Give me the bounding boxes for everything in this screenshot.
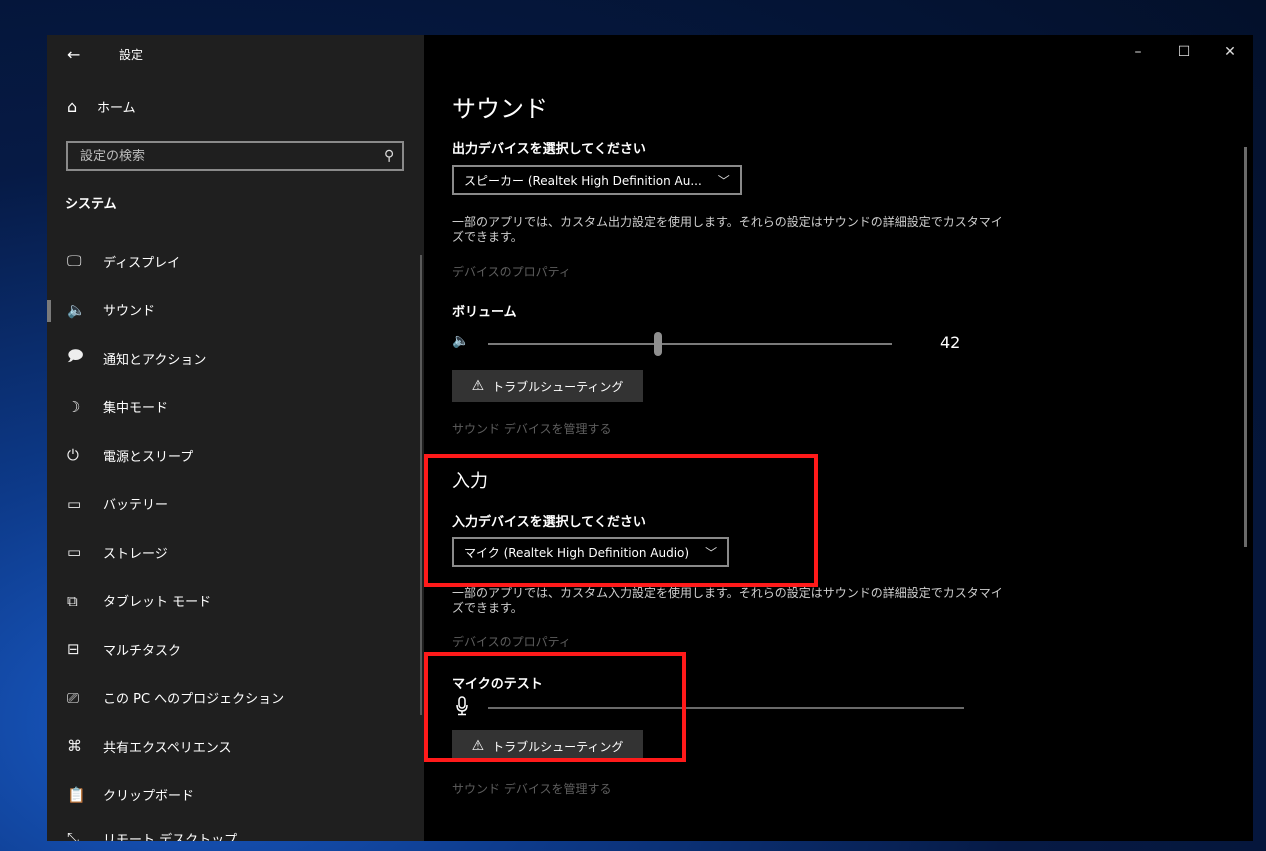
main-content: サウンド 出力デバイスを選択してください スピーカー (Realtek High… [424,35,1253,841]
sidebar-nav: 🖵 ディスプレイ 🔈 サウンド 🗩 通知とアクション ☽ 集中モード ⏻ 電源とスリープ ▭ バッテリ… [47,237,424,841]
titlebar: ← 設定 [67,43,143,65]
sidebar-item-label: 共有エクスペリエンス [103,740,232,756]
volume-label: ボリューム [452,305,517,320]
chevron-down-icon: ﹀ [717,173,730,188]
volume-slider-track[interactable] [488,332,892,356]
sidebar-item-label: この PC へのプロジェクション [103,692,285,708]
output-description: 一部のアプリでは、カスタム出力設定を使用します。それらの設定はサウンドの詳細設定… [452,215,1003,244]
input-device-properties-link[interactable]: デバイスのプロパティ [452,633,571,650]
page-title: サウンド [452,95,548,123]
input-troubleshoot-label: トラブルシューティング [492,739,624,754]
sidebar-item-shared-experience[interactable]: ⌘ 共有エクスペリエンス [47,722,424,771]
home-icon: ⌂ [67,97,78,116]
output-device-dropdown[interactable]: スピーカー (Realtek High Definition Au... ﹀ [452,165,742,195]
mic-level-track [488,707,964,709]
output-troubleshoot-button[interactable]: ⚠ トラブルシューティング [452,370,643,402]
sidebar-item-speaker[interactable]: 🔈 サウンド [47,286,424,335]
sidebar-item-power[interactable]: ⏻ 電源とスリープ [47,431,424,480]
sidebar-item-label: 集中モード [103,401,169,417]
volume-slider-row: 🔈 42 [452,331,972,356]
sidebar-item-display[interactable]: 🖵 ディスプレイ [47,237,424,286]
sidebar-item-label: クリップボード [103,789,195,805]
sidebar-item-multitask[interactable]: ⊟ マルチタスク [47,625,424,674]
notification-icon: 🗩 [67,346,84,365]
sidebar-item-remote-desktop[interactable]: ⤡ リモート デスクトップ [47,819,424,841]
sidebar-item-label: サウンド [103,304,156,320]
output-device-value: スピーカー (Realtek High Definition Au... [464,173,702,188]
app-title: 設定 [119,47,144,62]
sidebar-item-label: タブレット モード [103,595,212,611]
sidebar: ← 設定 ⌂ ホーム ⚲ システム 🖵 ディスプレイ 🔈 サウンド 🗩 通知とアクション ☽… [47,35,424,841]
chevron-down-icon: ﹀ [705,545,718,560]
input-device-value: マイク (Realtek High Definition Audio) [464,545,690,560]
warning-icon: ⚠ [471,378,485,394]
search-icon[interactable]: ⚲ [384,148,394,164]
storage-icon: ▭ [67,543,82,562]
home-label: ホーム [97,101,136,116]
sidebar-item-storage[interactable]: ▭ ストレージ [47,528,424,577]
search-box[interactable]: ⚲ [66,141,404,171]
mic-test-meter [452,695,972,719]
sidebar-item-label: 電源とスリープ [103,449,194,465]
input-description: 一部のアプリでは、カスタム入力設定を使用します。それらの設定はサウンドの詳細設定… [452,586,1003,615]
input-manage-devices-link[interactable]: サウンド デバイスを管理する [452,780,611,797]
moon-icon: ☽ [67,397,81,416]
search-input[interactable] [80,148,360,164]
multitask-icon: ⊟ [67,640,80,659]
microphone-icon [456,696,468,716]
sidebar-scrollbar[interactable] [420,255,422,715]
battery-icon: ▭ [67,494,82,513]
volume-slider-thumb[interactable] [653,332,662,356]
back-arrow-icon[interactable]: ← [67,45,97,64]
speaker-icon[interactable]: 🔈 [452,333,469,349]
projection-icon: ⎚ [67,688,80,707]
sidebar-item-clipboard[interactable]: 📋 クリップボード [47,771,424,820]
sidebar-item-label: リモート デスクトップ [103,833,238,841]
home-link[interactable]: ⌂ ホーム [67,97,136,116]
remote-desktop-icon: ⤡ [67,829,80,841]
sidebar-item-notification[interactable]: 🗩 通知とアクション [47,334,424,383]
sidebar-item-battery[interactable]: ▭ バッテリー [47,480,424,529]
warning-icon: ⚠ [471,738,485,754]
input-device-label: 入力デバイスを選択してください [452,515,646,530]
sidebar-item-label: ディスプレイ [103,255,181,271]
output-device-label: 出力デバイスを選択してください [452,142,646,157]
mic-test-label: マイクのテスト [452,677,543,692]
output-manage-devices-link[interactable]: サウンド デバイスを管理する [452,420,611,437]
sidebar-item-label: ストレージ [103,546,168,562]
sidebar-item-label: バッテリー [103,498,169,514]
clipboard-icon: 📋 [67,785,86,804]
sidebar-item-projection[interactable]: ⎚ この PC へのプロジェクション [47,674,424,723]
tablet-mode-icon: ⧉ [67,591,78,610]
input-heading: 入力 [452,471,488,492]
display-icon: 🖵 [67,252,82,271]
volume-value: 42 [940,333,961,352]
input-troubleshoot-button[interactable]: ⚠ トラブルシューティング [452,730,643,762]
sidebar-item-moon[interactable]: ☽ 集中モード [47,383,424,432]
speaker-icon: 🔈 [67,300,86,319]
shared-experience-icon: ⌘ [67,737,82,756]
output-troubleshoot-label: トラブルシューティング [492,379,624,394]
power-icon: ⏻ [67,446,79,465]
input-device-dropdown[interactable]: マイク (Realtek High Definition Audio) ﹀ [452,537,730,567]
sidebar-item-tablet-mode[interactable]: ⧉ タブレット モード [47,577,424,626]
section-title: システム [65,197,117,212]
sidebar-item-label: マルチタスク [103,643,182,659]
content-scrollbar[interactable] [1244,147,1247,547]
sidebar-item-label: 通知とアクション [103,352,207,368]
output-device-properties-link[interactable]: デバイスのプロパティ [452,263,571,280]
settings-window: ← 設定 ⌂ ホーム ⚲ システム 🖵 ディスプレイ 🔈 サウンド 🗩 通知とアクション ☽… [47,35,1253,841]
